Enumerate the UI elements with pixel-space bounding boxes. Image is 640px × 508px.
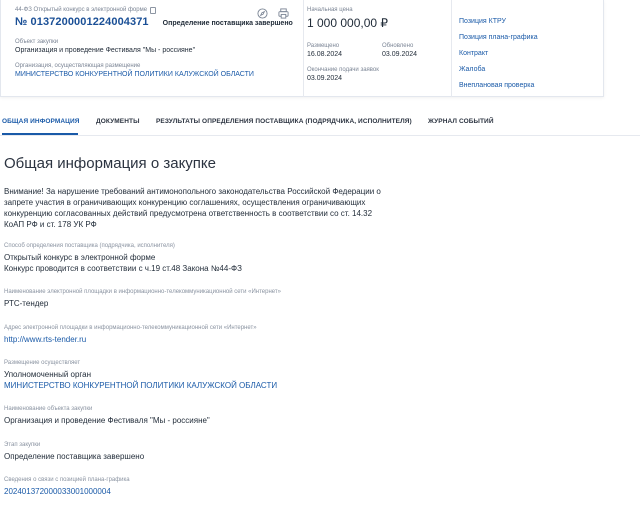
posted-value: 16.08.2024 xyxy=(307,51,343,58)
field-value: Конкурс проводится в соответствии с ч.19… xyxy=(4,263,242,273)
procurement-header-card: 44-ФЗ Открытый конкурс в электронной фор… xyxy=(0,0,604,97)
deadline-label: Окончание подачи заявок xyxy=(307,67,379,73)
general-info-section: Общая информация о закупке Внимание! За … xyxy=(4,155,424,498)
header-main-column: 44-ФЗ Открытый конкурс в электронной фор… xyxy=(15,6,299,79)
tab-bar: ОБЩАЯ ИНФОРМАЦИЯ ДОКУМЕНТЫ РЕЗУЛЬТАТЫ ОП… xyxy=(0,112,640,136)
field-label: Размещение осуществляет xyxy=(4,360,81,366)
field-value: РТС-тендер xyxy=(4,299,49,308)
dates-row: Размещено 16.08.2024 Обновлено 03.09.202… xyxy=(307,42,447,59)
tab-documents[interactable]: ДОКУМЕНТЫ xyxy=(96,118,140,125)
antimonopoly-warning: Внимание! За нарушение требований антимо… xyxy=(4,187,381,229)
contract-link[interactable]: Контракт xyxy=(459,46,599,62)
field-determination-method: Способ определения поставщика (подрядчик… xyxy=(4,242,424,274)
field-plan-schedule-link: Сведения о связи с позицией плана-график… xyxy=(4,476,424,498)
posted-label: Размещено xyxy=(307,43,340,49)
procurement-type: 44-ФЗ Открытый конкурс в электронной фор… xyxy=(15,7,148,13)
related-links: Позиция КТРУ Позиция плана-графика Контр… xyxy=(459,14,599,94)
compass-icon[interactable] xyxy=(257,8,268,19)
organization-label: Организация, осуществляющая размещение xyxy=(15,63,141,69)
tab-event-log[interactable]: ЖУРНАЛ СОБЫТИЙ xyxy=(428,118,494,125)
platform-url-link[interactable]: http://www.rts-tender.ru xyxy=(4,335,424,346)
field-value: Организация и проведение Фестиваля "Мы -… xyxy=(4,416,210,425)
field-label: Наименование электронной площадки в инфо… xyxy=(4,289,282,295)
field-label: Адрес электронной площадки в информацион… xyxy=(4,324,257,331)
organization-link[interactable]: МИНИСТЕРСТВО КОНКУРЕНТНОЙ ПОЛИТИКИ КАЛУЖ… xyxy=(15,70,299,79)
page-title: Общая информация о закупке xyxy=(4,155,216,172)
complaint-link[interactable]: Жалоба xyxy=(459,62,599,78)
field-label: Этап закупки xyxy=(4,441,41,448)
deadline-value: 03.09.2024 xyxy=(307,75,343,82)
ktru-position-link[interactable]: Позиция КТРУ xyxy=(459,14,599,30)
unscheduled-inspection-link[interactable]: Внеплановая проверка xyxy=(459,78,599,94)
field-label: Наименование объекта закупки xyxy=(4,406,93,412)
header-price-column: Начальная цена 1 000 000,00 ₽ Размещено … xyxy=(307,6,447,83)
field-object-name: Наименование объекта закупки Организация… xyxy=(4,405,424,427)
active-tab-indicator xyxy=(2,133,78,135)
tab-general-info[interactable]: ОБЩАЯ ИНФОРМАЦИЯ xyxy=(2,118,80,125)
header-actions xyxy=(257,8,289,19)
field-platform-name: Наименование электронной площадки в инфо… xyxy=(4,288,424,310)
field-value: Уполномоченный орган xyxy=(4,370,92,379)
price-value: 1 000 000,00 ₽ xyxy=(307,16,389,30)
field-platform-address: Адрес электронной площадки в информацион… xyxy=(4,324,424,346)
field-label: Способ определения поставщика (подрядчик… xyxy=(4,243,175,249)
divider xyxy=(303,0,304,97)
status-badge: Определение поставщика завершено xyxy=(162,20,293,27)
procurement-number[interactable]: № 0137200001224004371 xyxy=(15,16,149,28)
field-label: Сведения о связи с позицией плана-график… xyxy=(4,477,130,483)
updated-label: Обновлено xyxy=(382,43,414,49)
plan-schedule-number-link[interactable]: 202401372000033001000004 xyxy=(4,487,424,498)
updated-value: 03.09.2024 xyxy=(382,51,418,58)
tab-supplier-results[interactable]: РЕЗУЛЬТАТЫ ОПРЕДЕЛЕНИЯ ПОСТАВЩИКА (ПОДРЯ… xyxy=(156,118,412,125)
print-icon[interactable] xyxy=(278,8,289,19)
field-placement-by: Размещение осуществляет Уполномоченный о… xyxy=(4,359,424,391)
price-label: Начальная цена xyxy=(307,7,353,13)
field-value: Определение поставщика завершено xyxy=(4,451,145,461)
plan-schedule-position-link[interactable]: Позиция плана-графика xyxy=(459,30,599,46)
field-value: Открытый конкурс в электронной форме xyxy=(4,253,156,262)
ministry-link[interactable]: МИНИСТЕРСТВО КОНКУРЕНТНОЙ ПОЛИТИКИ КАЛУЖ… xyxy=(4,381,424,392)
divider xyxy=(451,0,452,97)
object-label: Объект закупки xyxy=(15,39,59,45)
object-value: Организация и проведение Фестиваля "Мы -… xyxy=(15,47,196,54)
field-procurement-stage: Этап закупки Определение поставщика заве… xyxy=(4,441,424,463)
copy-icon[interactable] xyxy=(150,6,157,14)
